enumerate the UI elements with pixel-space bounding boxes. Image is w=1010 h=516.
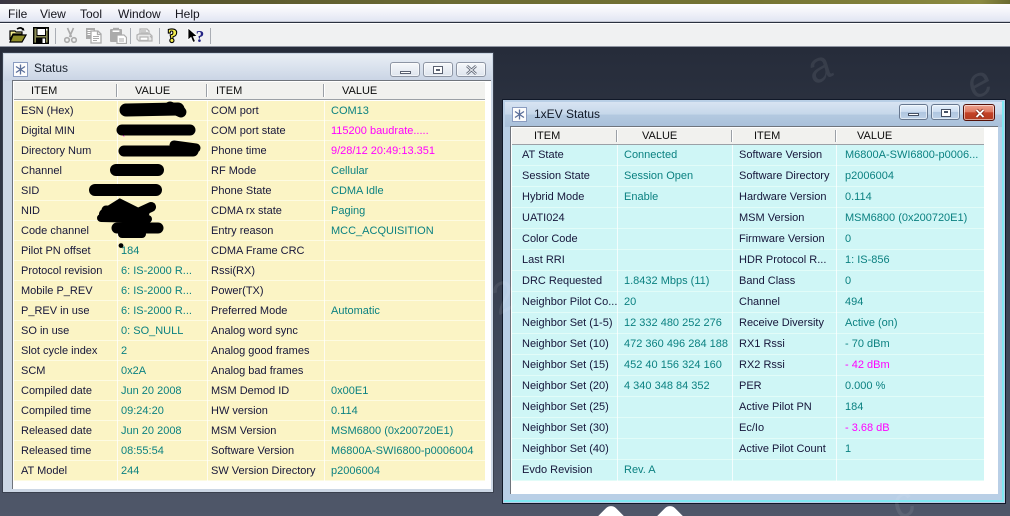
- svg-text:c: c: [882, 477, 923, 516]
- svg-text:e: e: [957, 55, 1000, 107]
- svg-text:2: 2: [481, 270, 525, 323]
- svg-text:a: a: [797, 40, 840, 92]
